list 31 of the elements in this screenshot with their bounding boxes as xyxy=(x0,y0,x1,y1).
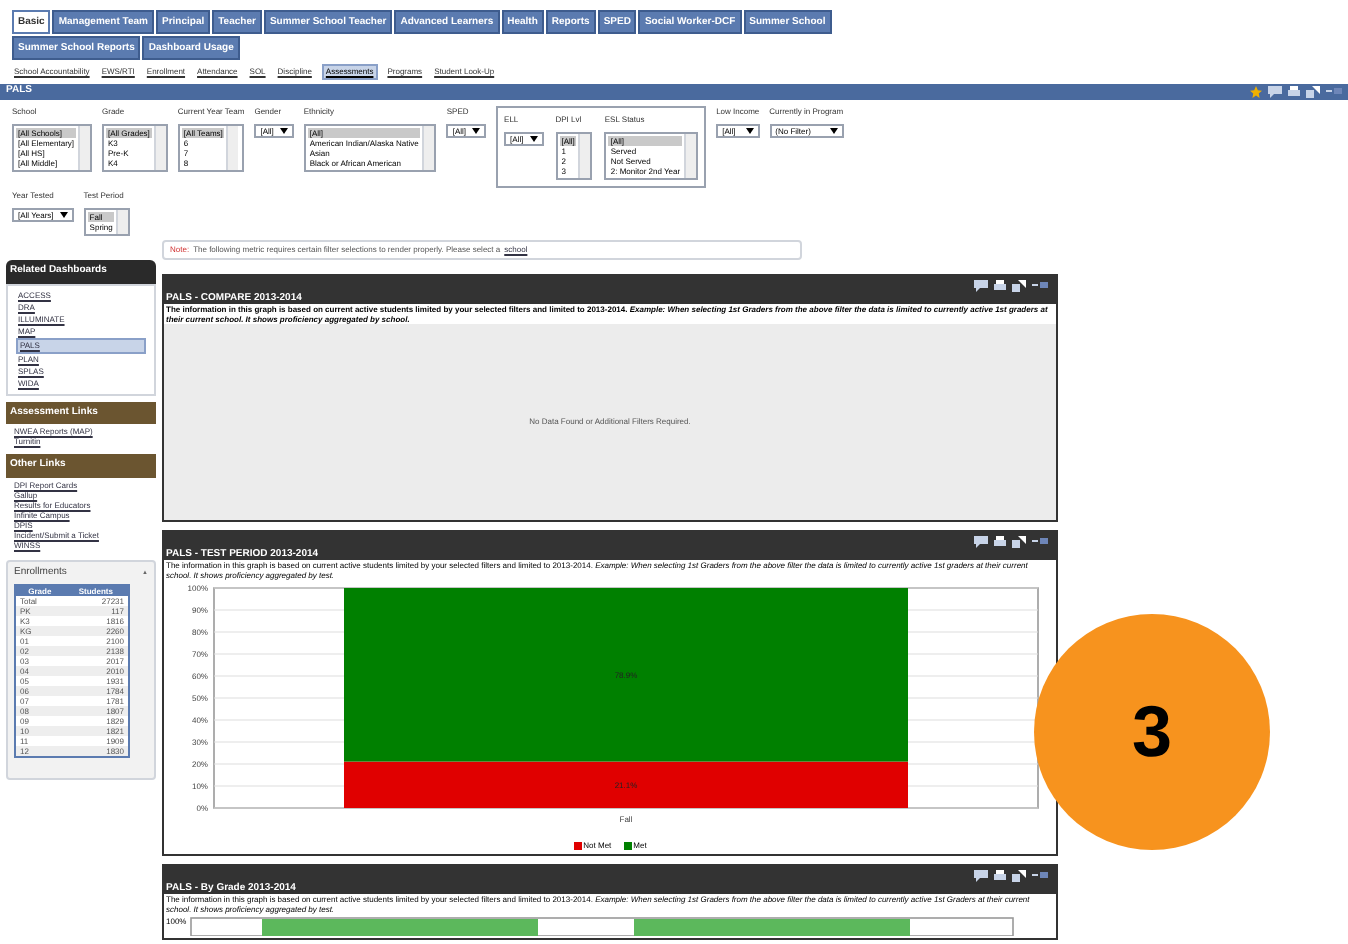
scrollbar[interactable] xyxy=(153,126,166,170)
caret-icon xyxy=(59,212,68,218)
comment-icon[interactable] xyxy=(974,536,988,548)
comment-icon[interactable] xyxy=(974,870,988,882)
print-icon[interactable] xyxy=(994,870,1006,882)
scrollbar[interactable] xyxy=(116,210,129,234)
caret-icon xyxy=(745,128,754,134)
scrollbar[interactable] xyxy=(422,126,435,170)
print-icon[interactable] xyxy=(994,536,1006,548)
minimize-icon[interactable] xyxy=(1326,88,1342,96)
scrollbar[interactable] xyxy=(226,126,239,170)
export-icon[interactable] xyxy=(1012,536,1026,548)
caret-icon xyxy=(529,136,538,142)
caret-icon xyxy=(472,128,481,134)
export-icon[interactable] xyxy=(1012,870,1026,882)
print-icon[interactable] xyxy=(1288,86,1300,98)
scrollbar[interactable] xyxy=(578,134,591,178)
comment-icon[interactable] xyxy=(974,280,988,292)
comment-icon[interactable] xyxy=(1268,86,1282,98)
caret-icon xyxy=(279,128,288,134)
export-icon[interactable] xyxy=(1306,86,1320,98)
export-icon[interactable] xyxy=(1012,280,1026,292)
caret-icon xyxy=(829,128,838,134)
print-icon[interactable] xyxy=(994,280,1006,292)
minimize-icon[interactable] xyxy=(1032,282,1048,290)
scrollbar[interactable] xyxy=(78,126,91,170)
minimize-icon[interactable] xyxy=(1032,538,1048,546)
star-icon[interactable] xyxy=(1250,86,1262,98)
scrollbar[interactable] xyxy=(684,134,697,178)
minimize-icon[interactable] xyxy=(1032,872,1048,880)
slide-number-badge: 3 xyxy=(1034,614,1270,850)
